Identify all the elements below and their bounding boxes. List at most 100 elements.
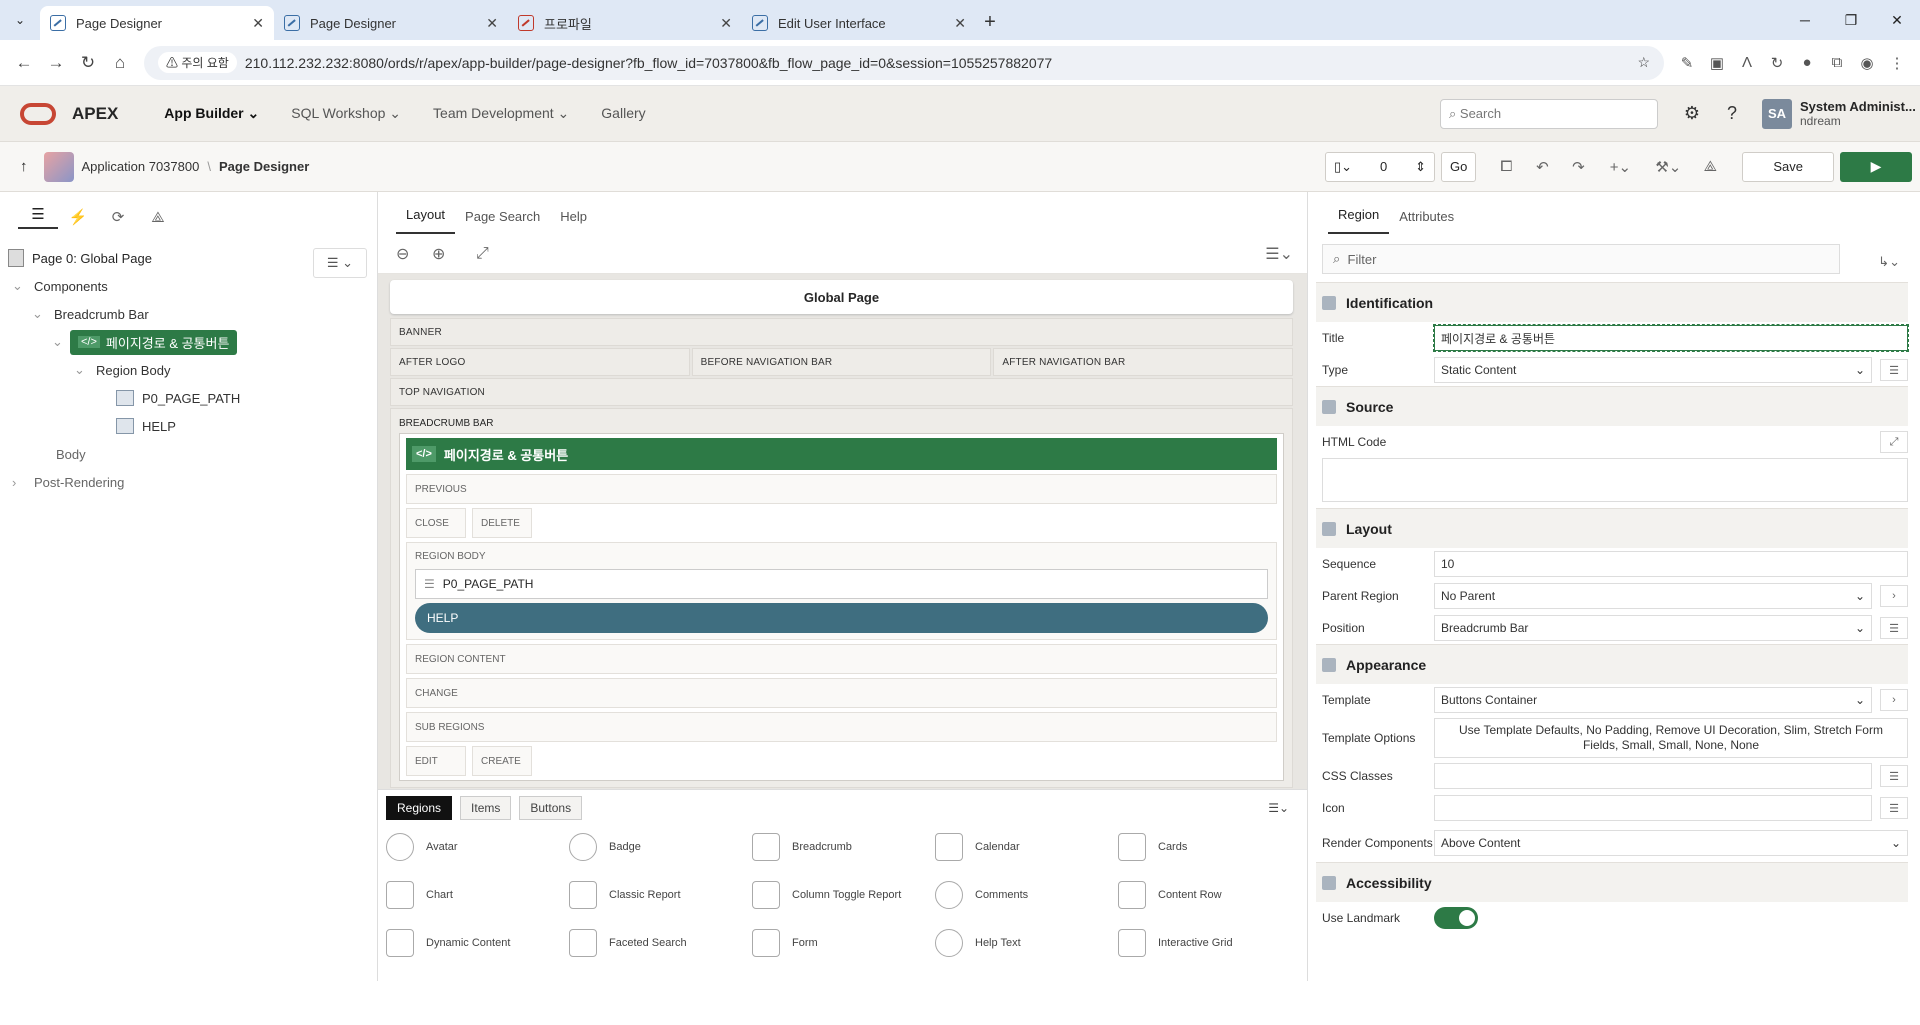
page-item-page-path[interactable]: ☰ P0_PAGE_PATH <box>415 569 1268 599</box>
zone-before-navigation-bar[interactable]: BEFORE NAVIGATION BAR <box>691 348 992 376</box>
tree-region-body[interactable]: ⌄ Region Body <box>0 356 377 384</box>
gallery-item[interactable]: Interactive Grid <box>1118 926 1301 960</box>
minimize-icon[interactable]: ─ <box>1782 0 1828 40</box>
browser-menu-icon[interactable]: ⋮ <box>1882 48 1912 78</box>
tab-region[interactable]: Region <box>1328 207 1390 234</box>
extension-icon[interactable]: ▣ <box>1702 48 1732 78</box>
security-warning[interactable]: ⚠ 주의 요함 <box>158 52 237 73</box>
save-button[interactable]: Save <box>1742 151 1834 182</box>
slot-previous[interactable]: PREVIOUS <box>406 474 1277 504</box>
tab-page-search[interactable]: Page Search <box>455 209 550 234</box>
gallery-tab-buttons[interactable]: Buttons <box>519 796 583 820</box>
parent-region-select[interactable]: No Parent ⌄ <box>1434 583 1872 609</box>
gallery-item[interactable]: Classic Report <box>569 878 752 912</box>
section-header[interactable]: Layout <box>1316 508 1908 548</box>
browser-tab-1[interactable]: Page Designer ✕ <box>40 6 274 40</box>
gallery-tab-regions[interactable]: Regions <box>386 796 453 820</box>
slot-region-body[interactable]: REGION BODY ☰ P0_PAGE_PATH HELP <box>406 542 1277 640</box>
tab-attributes[interactable]: Attributes <box>1389 209 1464 234</box>
go-to-group-icon[interactable]: ↳⌄ <box>1878 254 1900 270</box>
expand-icon[interactable]: ⤢ <box>476 245 512 263</box>
nav-sql-workshop[interactable]: SQL Workshop ⌄ <box>275 105 417 122</box>
slot-delete[interactable]: DELETE <box>472 508 532 538</box>
nav-app-builder[interactable]: App Builder ⌄ <box>148 105 275 122</box>
undo-icon[interactable]: ↶ <box>1524 152 1560 182</box>
code-editor-icon[interactable]: ⤢ <box>1880 431 1908 453</box>
gallery-item[interactable]: Cards <box>1118 830 1301 864</box>
extensions-puzzle-icon[interactable]: ⧉ <box>1822 48 1852 78</box>
chevron-right-icon[interactable]: › <box>1880 585 1908 607</box>
shared-components-tab-icon[interactable]: ⟁ <box>138 209 178 226</box>
gallery-item[interactable]: Badge <box>569 830 752 864</box>
layout-menu-icon[interactable]: ☰⌄ <box>1265 244 1293 264</box>
processing-tab-icon[interactable]: ⟳ <box>98 208 138 226</box>
close-tab-icon[interactable]: ✕ <box>720 15 732 32</box>
chevron-down-icon[interactable]: ⌄ <box>52 334 70 350</box>
gallery-item[interactable]: Column Toggle Report <box>752 878 935 912</box>
collapse-icon[interactable] <box>1322 295 1336 310</box>
section-header[interactable]: Identification <box>1316 282 1908 322</box>
redo-icon[interactable]: ↷ <box>1560 152 1596 182</box>
list-picker-icon[interactable]: ☰ <box>1880 765 1908 787</box>
go-button[interactable]: Go <box>1441 151 1477 182</box>
reload-icon[interactable]: ↻ <box>72 47 104 79</box>
slot-close[interactable]: CLOSE <box>406 508 466 538</box>
section-header[interactable]: Appearance <box>1316 644 1908 684</box>
stepper-icon[interactable]: ⇕ <box>1415 159 1426 175</box>
tree-breadcrumb-bar[interactable]: ⌄ Breadcrumb Bar <box>0 300 377 328</box>
zone-after-navigation-bar[interactable]: AFTER NAVIGATION BAR <box>993 348 1294 376</box>
url-field[interactable]: ⚠ 주의 요함 210.112.232.232:8080/ords/r/apex… <box>144 45 1664 80</box>
zone-breadcrumb-bar[interactable]: BREADCRUMB BAR </> 페이지경로 & 공통버튼 PREVIOUS … <box>390 408 1293 788</box>
zone-top-navigation[interactable]: TOP NAVIGATION <box>390 378 1293 406</box>
section-header[interactable]: Accessibility <box>1316 862 1908 902</box>
section-header[interactable]: Source <box>1316 386 1908 426</box>
oracle-logo-icon[interactable] <box>20 102 56 125</box>
dynamic-actions-tab-icon[interactable]: ⚡ <box>58 208 98 226</box>
gallery-item[interactable]: Calendar <box>935 830 1118 864</box>
close-window-icon[interactable]: ✕ <box>1874 0 1920 40</box>
zoom-out-icon[interactable]: ⊖ <box>396 244 432 264</box>
tab-search-icon[interactable]: ⌄ <box>8 8 32 32</box>
filter-input[interactable]: ⌕ Filter <box>1322 244 1840 274</box>
use-landmark-toggle[interactable] <box>1434 907 1478 929</box>
nav-team-development[interactable]: Team Development ⌄ <box>417 105 585 122</box>
gallery-item[interactable]: Chart <box>386 878 569 912</box>
gallery-menu-icon[interactable]: ☰⌄ <box>1258 796 1299 820</box>
list-picker-icon[interactable]: ☰ <box>1880 617 1908 639</box>
title-field[interactable]: 페이지경로 & 공통버튼 <box>1433 324 1909 352</box>
chevron-right-icon[interactable]: › <box>12 475 34 490</box>
list-picker-icon[interactable]: ☰ <box>1880 797 1908 819</box>
html-code-textarea[interactable] <box>1322 458 1908 502</box>
gallery-item[interactable]: Form <box>752 926 935 960</box>
gallery-item[interactable]: Dynamic Content <box>386 926 569 960</box>
collapse-icon[interactable] <box>1322 399 1336 414</box>
slot-region-content[interactable]: REGION CONTENT <box>406 644 1277 674</box>
list-picker-icon[interactable]: ☰ <box>1880 359 1908 381</box>
chevron-down-icon[interactable]: ⌄ <box>32 306 54 322</box>
close-tab-icon[interactable]: ✕ <box>252 15 264 32</box>
slot-change[interactable]: CHANGE <box>406 678 1277 708</box>
tree-post-rendering[interactable]: › Post-Rendering <box>0 468 377 496</box>
new-tab-icon[interactable]: + <box>976 8 1004 36</box>
template-select[interactable]: Buttons Container ⌄ <box>1434 687 1872 713</box>
profile-icon[interactable]: ◉ <box>1852 48 1882 78</box>
template-options-button[interactable]: Use Template Defaults, No Padding, Remov… <box>1434 718 1908 758</box>
back-icon[interactable]: ← <box>8 47 40 79</box>
tree-menu-button[interactable]: ☰ ⌄ <box>313 248 367 278</box>
chevron-down-icon[interactable]: ⌄ <box>12 278 34 294</box>
avatar[interactable]: SA <box>1762 98 1792 129</box>
gallery-item[interactable]: Comments <box>935 878 1118 912</box>
icon-field[interactable] <box>1434 795 1872 821</box>
selected-node[interactable]: </> 페이지경로 & 공통버튼 <box>70 329 238 355</box>
apex-logo[interactable]: APEX <box>72 104 118 124</box>
browser-tab-3[interactable]: 프로파일 ✕ <box>508 6 742 40</box>
zone-banner[interactable]: BANNER <box>390 318 1293 346</box>
zoom-in-icon[interactable]: ⊕ <box>432 244 468 264</box>
search-input[interactable]: ⌕ Search <box>1440 98 1658 129</box>
help-icon[interactable]: ? <box>1712 94 1752 134</box>
tree-item-page-path[interactable]: P0_PAGE_PATH <box>0 384 377 412</box>
breadcrumb-application[interactable]: Application 7037800 <box>82 159 200 174</box>
forward-icon[interactable]: → <box>40 47 72 79</box>
gallery-item[interactable]: Avatar <box>386 830 569 864</box>
create-menu-icon[interactable]: +⌄ <box>1596 152 1644 182</box>
